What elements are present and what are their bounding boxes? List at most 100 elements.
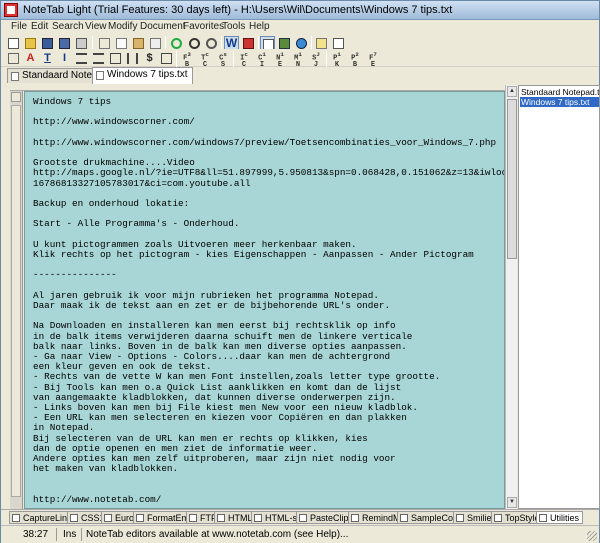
- menu-help[interactable]: Help: [249, 21, 270, 32]
- outdent-icon: [93, 53, 104, 64]
- paste-icon: [133, 38, 144, 49]
- format-toolbar: A T I $ F3 B Tc C Cs S Ic C C1 I N1 E M1 N SJ J …: [1, 49, 599, 69]
- notetab-app-icon[interactable]: [4, 3, 18, 17]
- strip-join-tool[interactable]: SJ J: [308, 51, 324, 69]
- clipbook-icon: [400, 514, 408, 522]
- menu-document[interactable]: Document: [140, 21, 186, 32]
- clipbook-icon: [494, 514, 502, 522]
- clipbook-icon: [70, 514, 78, 522]
- status-divider: [56, 528, 57, 541]
- save-icon: [42, 38, 53, 49]
- text-color-button[interactable]: T: [40, 51, 55, 66]
- scroll-down-arrow[interactable]: ▼: [507, 497, 517, 508]
- clip-tab-label: HTML-sr: [265, 513, 300, 523]
- menu-edit[interactable]: Edit: [31, 21, 48, 32]
- align-button[interactable]: [125, 51, 140, 66]
- outline-panel-button[interactable]: [11, 92, 21, 102]
- clip-tab-label: PasteClips: [310, 513, 354, 523]
- invert-case-tool[interactable]: Ic C: [236, 51, 252, 69]
- menu-tools[interactable]: Tools: [222, 21, 245, 32]
- text-case-tool[interactable]: Tc C: [197, 51, 213, 69]
- editor-line: ---------------: [33, 269, 117, 281]
- title-bar[interactable]: NoteTab Light (Trial Features: 30 days l…: [1, 1, 599, 20]
- outdent-button[interactable]: [91, 51, 106, 66]
- text-file-icon: [11, 72, 19, 81]
- doclist-item-windows-7-tips[interactable]: Windows 7 tips.txt: [520, 97, 599, 107]
- paste-break-tool[interactable]: P2 B: [347, 51, 363, 69]
- editor-line: het maken van kladblokken.: [33, 463, 179, 475]
- indent-button[interactable]: [74, 51, 89, 66]
- print-icon: [76, 38, 87, 49]
- bold-toggle[interactable]: [6, 51, 21, 66]
- clipbook-icon: [12, 514, 20, 522]
- clip-tab-label: TopStyle: [505, 513, 540, 523]
- document-list-panel: Standaard Notepad.txt Windows 7 tips.txt: [518, 85, 600, 509]
- clipbook-icon: [539, 514, 547, 522]
- menu-modify[interactable]: Modify: [108, 21, 137, 32]
- editor-line: Daar maak ik de tekst aan en zet er de b…: [33, 300, 391, 311]
- case-sentence-tool[interactable]: Cs S: [215, 51, 231, 69]
- clipbook-icon: [351, 514, 359, 522]
- doclist-item-standaard-notepad[interactable]: Standaard Notepad.txt: [520, 87, 599, 97]
- indent-icon: [76, 53, 87, 64]
- spell-check-icon: [279, 38, 290, 49]
- menu-file[interactable]: File: [11, 21, 27, 32]
- number-lines-tool[interactable]: N1 E: [272, 51, 288, 69]
- sum-button[interactable]: $: [142, 51, 157, 66]
- tab-windows-7-tips[interactable]: Windows 7 tips.txt: [92, 67, 193, 84]
- copy-icon: [116, 38, 127, 49]
- scroll-up-arrow[interactable]: ▲: [507, 86, 517, 97]
- clip-tab-label: Euro: [115, 513, 135, 523]
- clip-tab-label: Utilities: [550, 513, 580, 523]
- link-button[interactable]: [159, 51, 174, 66]
- mono-tool[interactable]: M1 N: [290, 51, 306, 69]
- scroll-thumb[interactable]: [507, 99, 517, 259]
- font-bold-tool[interactable]: F3 B: [179, 51, 195, 69]
- paste-keep-tool[interactable]: P1 K: [329, 51, 345, 69]
- clip-tab-utilities[interactable]: Utilities: [536, 511, 584, 524]
- menu-search[interactable]: Search: [52, 21, 84, 32]
- tab-button[interactable]: [108, 51, 123, 66]
- bold-icon: [8, 53, 19, 64]
- text-editor[interactable]: Windows 7 tips http://www.windowscorner.c…: [24, 91, 505, 509]
- scissors-icon: [99, 38, 110, 49]
- red-font-button[interactable]: A: [23, 51, 38, 66]
- help-icon: [333, 38, 344, 49]
- resize-grip[interactable]: [587, 531, 597, 541]
- format-end-tool[interactable]: F7 E: [365, 51, 381, 69]
- clipbook-tabs: CaptureLinks CSS1 Euro FormatEmail FTP H…: [1, 509, 599, 524]
- status-divider: [81, 528, 82, 541]
- notetab-window: NoteTab Light (Trial Features: 30 days l…: [0, 0, 600, 543]
- editor-line: Klik rechts op het pictogram - kies Eige…: [33, 249, 474, 260]
- editor-line: Windows 7 tips: [33, 96, 112, 107]
- case-invert-tool[interactable]: C1 I: [254, 51, 270, 69]
- menu-view[interactable]: View: [85, 21, 107, 32]
- link-icon: [161, 53, 172, 64]
- menu-favorites[interactable]: Favorites: [183, 21, 224, 32]
- globe-icon: [296, 38, 307, 49]
- clip-tab-label: HTML: [228, 513, 253, 523]
- document-tabs: Standaard Notepad.txt Windows 7 tips.txt: [1, 67, 599, 84]
- font-icon: [243, 38, 254, 49]
- delete-icon: [150, 38, 161, 49]
- save-all-icon: [59, 38, 70, 49]
- find-next-icon: [206, 38, 217, 49]
- tab-label: Windows 7 tips.txt: [107, 69, 188, 80]
- editor-line: 16786813327105783017&ci=com.youtube.all: [33, 177, 251, 189]
- status-message: NoteTab editors available at www.notetab…: [86, 529, 349, 540]
- outline-panel-thumb[interactable]: [11, 105, 21, 497]
- status-bar: 38:27 Ins NoteTab editors available at w…: [1, 525, 599, 543]
- insert-mode: Ins: [63, 529, 77, 540]
- clipbook-icon: [299, 514, 307, 522]
- italic-toggle[interactable]: I: [57, 51, 72, 66]
- undo-icon: [171, 38, 182, 49]
- clipbook-icon: [254, 514, 262, 522]
- clipbook-icon: [104, 514, 112, 522]
- clipbook-icon: [456, 514, 464, 522]
- clipbook-icon: [316, 38, 327, 49]
- outline-panel-scroll[interactable]: [10, 91, 23, 509]
- new-file-icon: [8, 38, 19, 49]
- menu-bar: File Edit Search View Modify Document Fa…: [1, 20, 599, 34]
- search-icon: [189, 38, 200, 49]
- vertical-scrollbar[interactable]: ▲ ▼: [505, 85, 517, 509]
